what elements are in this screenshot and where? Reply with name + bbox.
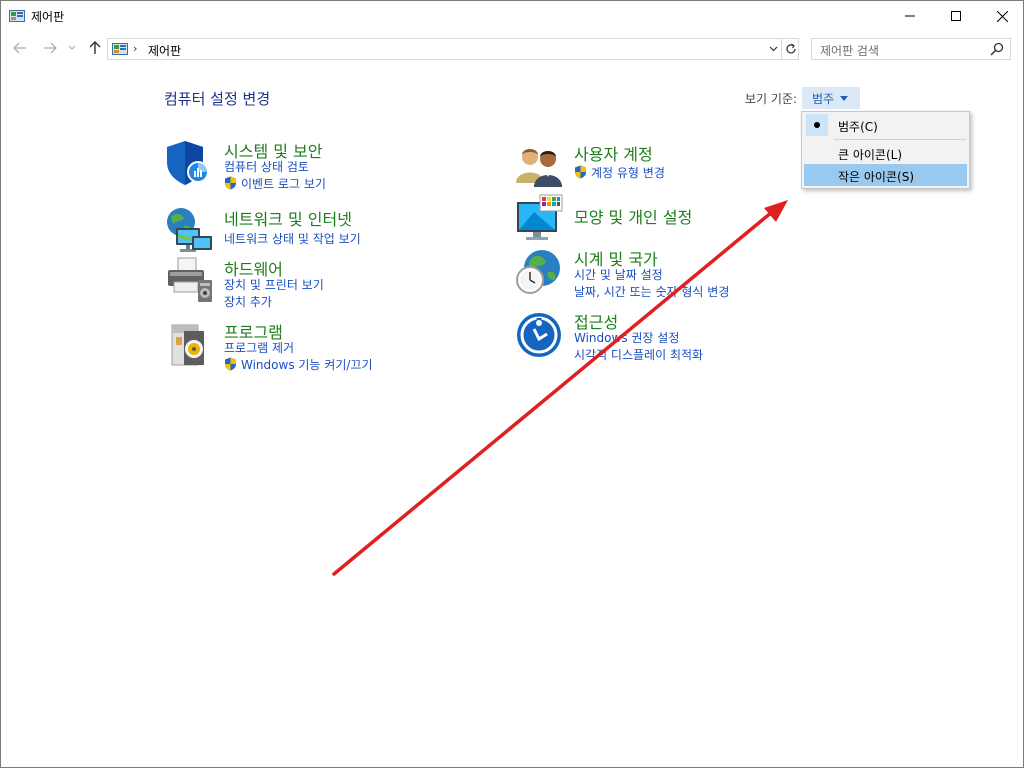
link-set-time-date[interactable]: 시간 및 날짜 설정 [574,266,663,283]
monitor-palette-icon [517,194,563,240]
chevron-down-icon [769,46,777,52]
link-uninstall-program[interactable]: 프로그램 제거 [224,339,294,356]
menu-item-label: 범주(C) [838,120,878,134]
selected-indicator [806,114,828,136]
search-input[interactable]: 제어판 검색 [811,38,1011,60]
security-shield-icon [167,141,209,185]
category-title[interactable]: 모양 및 개인 설정 [574,204,692,228]
close-button[interactable] [979,1,1023,31]
category-title[interactable]: 사용자 계정 [574,141,653,165]
menu-item-category[interactable]: 범주(C) [804,114,967,136]
chevron-down-icon [68,45,76,50]
view-by-value: 범주 [812,91,835,106]
link-label: 이벤트 로그 보기 [241,177,326,191]
menu-item-small-icons[interactable]: 작은 아이콘(S) [804,164,967,186]
link-review-computer-status[interactable]: 컴퓨터 상태 검토 [224,158,309,175]
menu-item-label: 작은 아이콘(S) [838,170,914,184]
network-globe-icon [167,208,212,252]
accessibility-icon [517,313,561,357]
users-icon [516,149,562,187]
arrow-left-icon [13,42,26,54]
page-title: 컴퓨터 설정 변경 [164,90,271,108]
up-button[interactable] [86,39,104,57]
menu-item-label: 큰 아이콘(L) [838,148,903,162]
close-icon [996,10,1008,22]
breadcrumb-control-panel[interactable]: 제어판 [148,42,181,59]
window-title: 제어판 [31,10,65,24]
link-label: 계정 유형 변경 [591,166,665,180]
uac-shield-icon [225,176,236,190]
link-change-account-type[interactable]: 계정 유형 변경 [574,164,665,181]
maximize-icon [951,11,961,21]
forward-button[interactable] [41,39,59,57]
address-bar[interactable]: › 제어판 [107,38,799,60]
link-add-device[interactable]: 장치 추가 [224,293,272,310]
programs-box-icon [171,324,204,366]
menu-separator [834,139,966,140]
dropdown-arrow-icon [840,95,849,101]
recent-locations-button[interactable] [65,39,79,57]
search-placeholder: 제어판 검색 [820,44,880,58]
printer-icon [168,257,212,302]
back-button[interactable] [11,39,29,57]
navigation-bar: › 제어판 제어판 검색 [1,35,1023,63]
radio-dot-icon [814,122,820,128]
view-by-dropdown[interactable]: 범주 [802,87,860,109]
control-panel-icon [9,10,25,22]
view-by-label: 보기 기준: [745,92,798,106]
control-panel-window: 제어판 › 제어판 제어판 검색 컴퓨터 설정 변경 보기 기준: 범주 시스템… [0,0,1024,768]
search-icon[interactable] [990,42,1004,56]
link-change-formats[interactable]: 날짜, 시간 또는 숫자 형식 변경 [574,283,729,300]
view-by-menu: 범주(C) 큰 아이콘(L) 작은 아이콘(S) [801,111,970,189]
category-title[interactable]: 네트워크 및 인터넷 [224,206,352,230]
clock-globe-icon [516,250,560,294]
uac-shield-icon [225,357,236,371]
title-bar: 제어판 [1,1,1023,31]
menu-item-large-icons[interactable]: 큰 아이콘(L) [804,142,967,164]
arrow-up-icon [89,41,101,54]
uac-shield-icon [575,165,586,179]
refresh-button[interactable] [781,39,799,59]
minimize-button[interactable] [887,1,933,31]
minimize-icon [905,15,915,17]
link-windows-features[interactable]: Windows 기능 켜기/끄기 [224,356,372,373]
link-windows-recommended-settings[interactable]: Windows 권장 설정 [574,329,679,346]
maximize-button[interactable] [933,1,979,31]
breadcrumb-separator[interactable]: › [133,42,137,55]
link-view-event-logs[interactable]: 이벤트 로그 보기 [224,175,326,192]
link-label: Windows 기능 켜기/끄기 [241,358,373,372]
link-view-devices-printers[interactable]: 장치 및 프린터 보기 [224,276,324,293]
link-optimize-visual-display[interactable]: 시각적 디스플레이 최적화 [574,346,703,363]
refresh-icon [785,43,796,54]
arrow-right-icon [44,42,57,54]
address-history-button[interactable] [765,41,781,57]
link-view-network-status[interactable]: 네트워크 상태 및 작업 보기 [224,230,361,247]
control-panel-icon [112,43,128,55]
